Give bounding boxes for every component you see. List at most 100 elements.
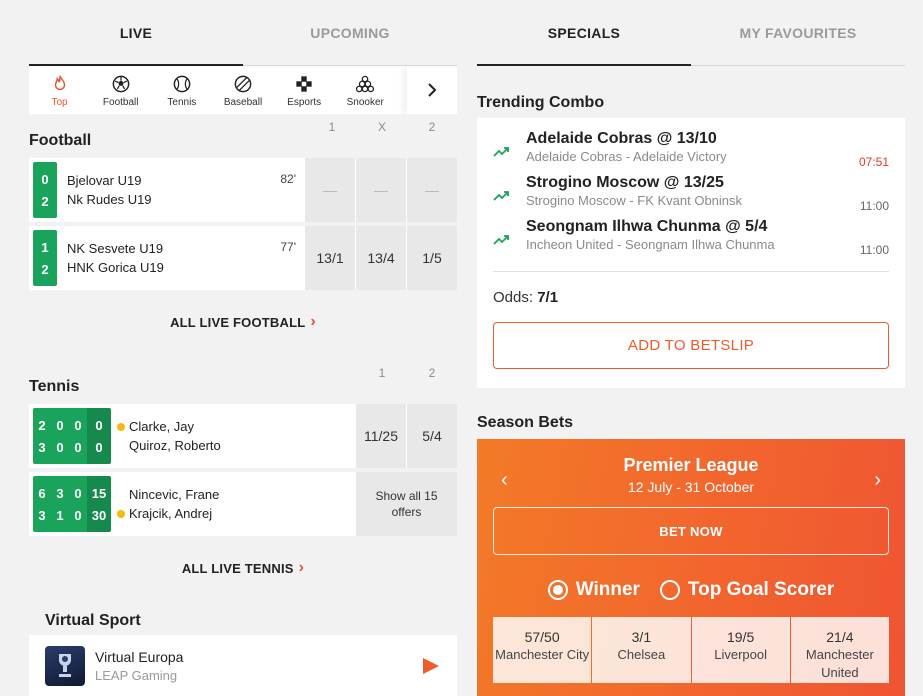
combo-event: Incheon United - Seongnam Ilhwa Chunma [526,237,775,252]
flame-icon [54,75,65,91]
set-3: 00 [69,408,87,464]
live-tabs: LIVE UPCOMING [29,0,457,66]
sport-snooker[interactable]: Snooker [335,66,396,114]
combo-leg-text: Adelaide Cobras @ 13/10 Adelaide Cobras … [526,130,727,174]
outcome-button[interactable]: 57/50 Manchester City [493,617,592,683]
sport-esports[interactable]: Esports [274,66,335,114]
set-score: 6 [38,485,46,501]
tab-my-favourites[interactable]: MY FAVOURITES [691,0,905,65]
outcome-odd: 57/50 [524,629,560,645]
match-row[interactable]: 23 00 00 00 Clarke, Jay Quiroz, Roberto … [29,404,457,468]
sport-strip-next-button[interactable] [407,66,457,114]
away-score: 2 [41,193,49,209]
specials-tabs: SPECIALS MY FAVOURITES [477,0,905,66]
set-score: 2 [38,417,46,433]
match-players: Clarke, Jay Quiroz, Roberto [111,404,355,468]
trending-combo-title: Trending Combo [477,94,605,111]
add-to-betslip-button[interactable]: ADD TO BETSLIP [493,322,889,369]
odd-player-2[interactable]: 5/4 [407,404,457,468]
home-score: 0 [41,171,49,187]
set-score: 0 [56,417,64,433]
home-score: 1 [41,239,49,255]
outcome-button[interactable]: 3/1 Chelsea [592,617,691,683]
set-score: 0 [74,417,82,433]
tennis-scoreboard: 63 31 00 15 30 [33,476,111,532]
season-bets-card: ‹ Premier League 12 July - 31 October › … [477,439,905,696]
all-live-football-link[interactable]: ALL LIVE FOOTBALL › [29,294,457,350]
match-minute: 77' [280,240,296,254]
odd-home[interactable]: — [305,158,355,222]
trending-combo-card: Adelaide Cobras @ 13/10 Adelaide Cobras … [477,118,905,388]
player-2: Quiroz, Roberto [129,438,221,453]
set-2: 00 [51,408,69,464]
all-live-tennis-link[interactable]: ALL LIVE TENNIS › [29,540,457,596]
divider [493,271,889,272]
player-2: Krajcik, Andrej [129,506,213,521]
set-score: 0 [74,507,82,523]
trending-up-icon [493,191,509,201]
virtual-game-name: Virtual Europa [95,648,184,665]
odd-player-1[interactable]: 11/25 [356,404,406,468]
odds-value: 7/1 [537,289,559,306]
away-score: 2 [41,261,49,277]
combo-event: Adelaide Cobras - Adelaide Victory [526,149,727,164]
football-icon [112,75,130,93]
market-top-goal-scorer-radio[interactable]: Top Goal Scorer [659,579,834,601]
outcome-button[interactable]: 19/5 Liverpool [691,617,790,683]
game-points: 15 30 [87,476,111,532]
match-players: Nincevic, Frane Krajcik, Andrej [111,472,356,536]
outcome-team: Manchester United [805,647,874,680]
tab-live[interactable]: LIVE [29,0,243,66]
play-icon[interactable] [423,657,439,674]
odd-draw[interactable]: — [356,158,406,222]
outcome-button[interactable]: 21/4 Manchester United [790,617,889,683]
match-row[interactable]: 1 2 NK Sesvete U19 HNK Gorica U19 77' 13… [29,226,457,290]
player-1: Nincevic, Frane [129,487,220,502]
sport-label: Top [51,97,68,108]
combo-leg[interactable]: Strogino Moscow @ 13/25 Strogino Moscow … [493,174,889,218]
odd-away[interactable]: 1/5 [407,226,457,290]
match-row[interactable]: 0 2 Bjelovar U19 Nk Rudes U19 82' — — — [29,158,457,222]
sport-tennis[interactable]: Tennis [151,66,212,114]
serve-indicator [117,422,125,431]
show-all-offers-button[interactable]: Show all 15 offers [356,472,457,536]
sport-label: Baseball [223,97,263,108]
match-minute: 82' [280,172,296,186]
trending-up-icon [493,147,509,157]
sport-football[interactable]: Football [90,66,151,114]
score-badge: 1 2 [33,230,57,286]
tab-specials[interactable]: SPECIALS [477,0,691,66]
chevron-right-icon[interactable]: › [866,455,889,492]
set-2: 31 [51,476,69,532]
tab-upcoming[interactable]: UPCOMING [243,0,457,65]
market-winner-radio[interactable]: Winner [547,579,640,601]
odd-home[interactable]: 13/1 [305,226,355,290]
home-team: Bjelovar U19 [67,173,142,188]
chevron-left-icon[interactable]: ‹ [493,455,516,492]
sport-baseball[interactable]: Baseball [212,66,273,114]
away-team: HNK Gorica U19 [67,260,164,275]
player-1-line: Nincevic, Frane [117,487,356,502]
radio-empty-icon [659,580,680,600]
combo-leg[interactable]: Seongnam Ilhwa Chunma @ 5/4 Incheon Unit… [493,218,889,262]
market-label: Winner [575,579,640,600]
col-label-2: 2 [428,120,436,134]
sport-top[interactable]: Top [29,66,90,114]
odd-draw[interactable]: 13/4 [356,226,406,290]
outcome-team: Chelsea [617,647,666,663]
set-1: 63 [33,476,51,532]
outcome-team: Manchester City [495,647,590,663]
gamepad-icon [296,76,312,92]
live-column: LIVE UPCOMING Top Football Tennis Baseba… [29,0,457,696]
odd-away[interactable]: — [407,158,457,222]
market-selector: Winner Top Goal Scorer [493,579,889,601]
set-score: 0 [56,439,64,455]
bet-now-button[interactable]: BET NOW [493,507,889,555]
match-row[interactable]: 63 31 00 15 30 Nincevic, Frane Krajcik, A… [29,472,457,536]
combo-leg[interactable]: Adelaide Cobras @ 13/10 Adelaide Cobras … [493,130,889,174]
baseball-icon [234,75,252,93]
league-dates: 12 July - 31 October [627,479,755,495]
set-1: 23 [33,408,51,464]
virtual-game-row[interactable]: Virtual Europa LEAP Gaming [29,635,457,696]
player-1: Clarke, Jay [129,419,195,434]
